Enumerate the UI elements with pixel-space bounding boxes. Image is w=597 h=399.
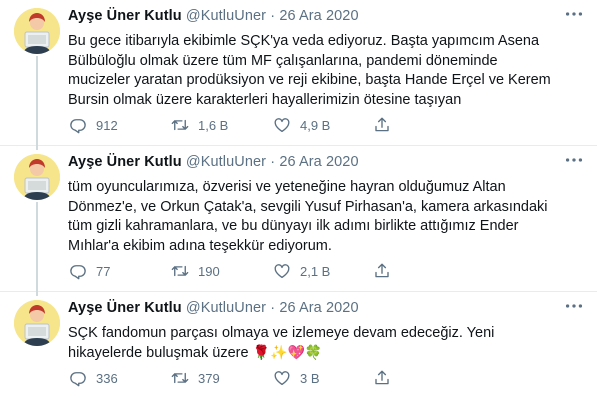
tweet-text-fragment: hikayelerde buluşmak üzere [68,344,249,361]
reply-count: 912 [96,117,118,133]
retweet-count: 379 [198,370,220,386]
retweet-button[interactable]: 190 [170,261,220,281]
share-button[interactable] [372,261,400,281]
tweet-text-line: hikayelerde buluşmak üzere 🌹✨💖🍀 [68,344,588,364]
author-handle[interactable]: @KutluUner [186,154,266,170]
like-icon [272,262,292,280]
author-name[interactable]: Ayşe Üner Kutlu [68,154,182,170]
reply-icon [68,262,88,280]
tweet-text-line: SÇK fandomun parçası olmaya ve izlemeye … [68,325,495,341]
tweet-actions: 336 379 3 B [68,368,428,388]
thread-connector [36,202,38,292]
tweet-text-line: Dönmez'e, ve Orkun Çatak'a, sevgili Yusu… [68,198,548,215]
avatar[interactable] [14,8,60,54]
tweet-text-line: Mıhlar'a ekibim adına teşekkür ediyorum. [68,237,332,254]
tweet[interactable]: Ayşe Üner Kutlu @KutluUner · 26 Ara 2020… [0,142,597,292]
avatar[interactable] [14,300,60,346]
author-name[interactable]: Ayşe Üner Kutlu [68,300,182,316]
reply-count: 77 [96,263,111,279]
tweet-thread: Ayşe Üner Kutlu @KutluUner · 26 Ara 2020… [0,0,597,399]
tweet[interactable]: Ayşe Üner Kutlu @KutluUner · 26 Ara 2020… [0,288,597,399]
tweet-actions: 77 190 2,1 B [68,261,428,281]
more-icon[interactable] [563,298,585,314]
tweet-text-line: Bursin olmak üzere karakterleri hayaller… [68,91,462,108]
tweet-header: Ayşe Üner Kutlu @KutluUner · 26 Ara 2020 [68,154,359,170]
retweet-icon [170,262,190,280]
retweet-button[interactable]: 1,6 B [170,115,228,135]
author-handle[interactable]: @KutluUner [186,8,266,24]
like-icon [272,116,292,134]
share-icon [372,262,392,280]
tweet-text: SÇK fandomun parçası olmaya ve izlemeye … [68,324,588,363]
thread-connector [36,142,38,150]
share-button[interactable] [372,115,400,135]
share-icon [372,369,392,387]
separator: · [270,300,276,316]
like-count: 2,1 B [300,263,331,279]
reply-button[interactable]: 912 [68,115,118,135]
thread-connector [36,56,38,146]
tweet-text-line: Bu gece itibarıyla ekibimle SÇK'ya veda … [68,33,540,49]
retweet-button[interactable]: 379 [170,368,220,388]
tweet-text: Bu gece itibarıyla ekibimle SÇK'ya veda … [68,32,588,110]
retweet-icon [170,369,190,387]
tweet-text-line: mucizeler yaratan prodüksiyon ve reji ek… [68,72,551,88]
author-name[interactable]: Ayşe Üner Kutlu [68,8,182,24]
like-button[interactable]: 2,1 B [272,261,330,281]
more-icon[interactable] [563,6,585,22]
retweet-icon [170,116,190,134]
like-button[interactable]: 4,9 B [272,115,330,135]
tweet-date[interactable]: 26 Ara 2020 [279,154,358,170]
tweet-text-line: tüm gizli kahramanlara, ve bu dünyayı il… [68,218,519,234]
separator: · [270,154,276,170]
tweet-text-line: tüm oyuncularımıza, özverisi ve yeteneği… [68,179,506,195]
like-button[interactable]: 3 B [272,368,320,388]
reply-button[interactable]: 336 [68,368,118,388]
like-count: 3 B [300,370,320,386]
tweet-emojis: 🌹✨💖🍀 [252,344,323,361]
tweet-text-line: Bülbüloğlu olmak üzere tüm MF çalışanlar… [68,52,498,69]
tweet-header: Ayşe Üner Kutlu @KutluUner · 26 Ara 2020 [68,300,359,316]
like-count: 4,9 B [300,117,331,133]
tweet-date[interactable]: 26 Ara 2020 [279,8,358,24]
tweet-text: tüm oyuncularımıza, özverisi ve yeteneği… [68,178,588,256]
avatar[interactable] [14,154,60,200]
reply-button[interactable]: 77 [68,261,110,281]
thread-connector [36,288,38,296]
reply-icon [68,116,88,134]
tweet[interactable]: Ayşe Üner Kutlu @KutluUner · 26 Ara 2020… [0,0,597,146]
author-handle[interactable]: @KutluUner [186,300,266,316]
tweet-date[interactable]: 26 Ara 2020 [279,300,358,316]
separator: · [270,8,276,24]
like-icon [272,369,292,387]
more-icon[interactable] [563,152,585,168]
share-icon [372,116,392,134]
retweet-count: 190 [198,263,220,279]
tweet-actions: 912 1,6 B 4,9 B [68,115,428,135]
reply-icon [68,369,88,387]
retweet-count: 1,6 B [198,117,229,133]
reply-count: 336 [96,370,118,386]
tweet-header: Ayşe Üner Kutlu @KutluUner · 26 Ara 2020 [68,8,359,24]
share-button[interactable] [372,368,400,388]
